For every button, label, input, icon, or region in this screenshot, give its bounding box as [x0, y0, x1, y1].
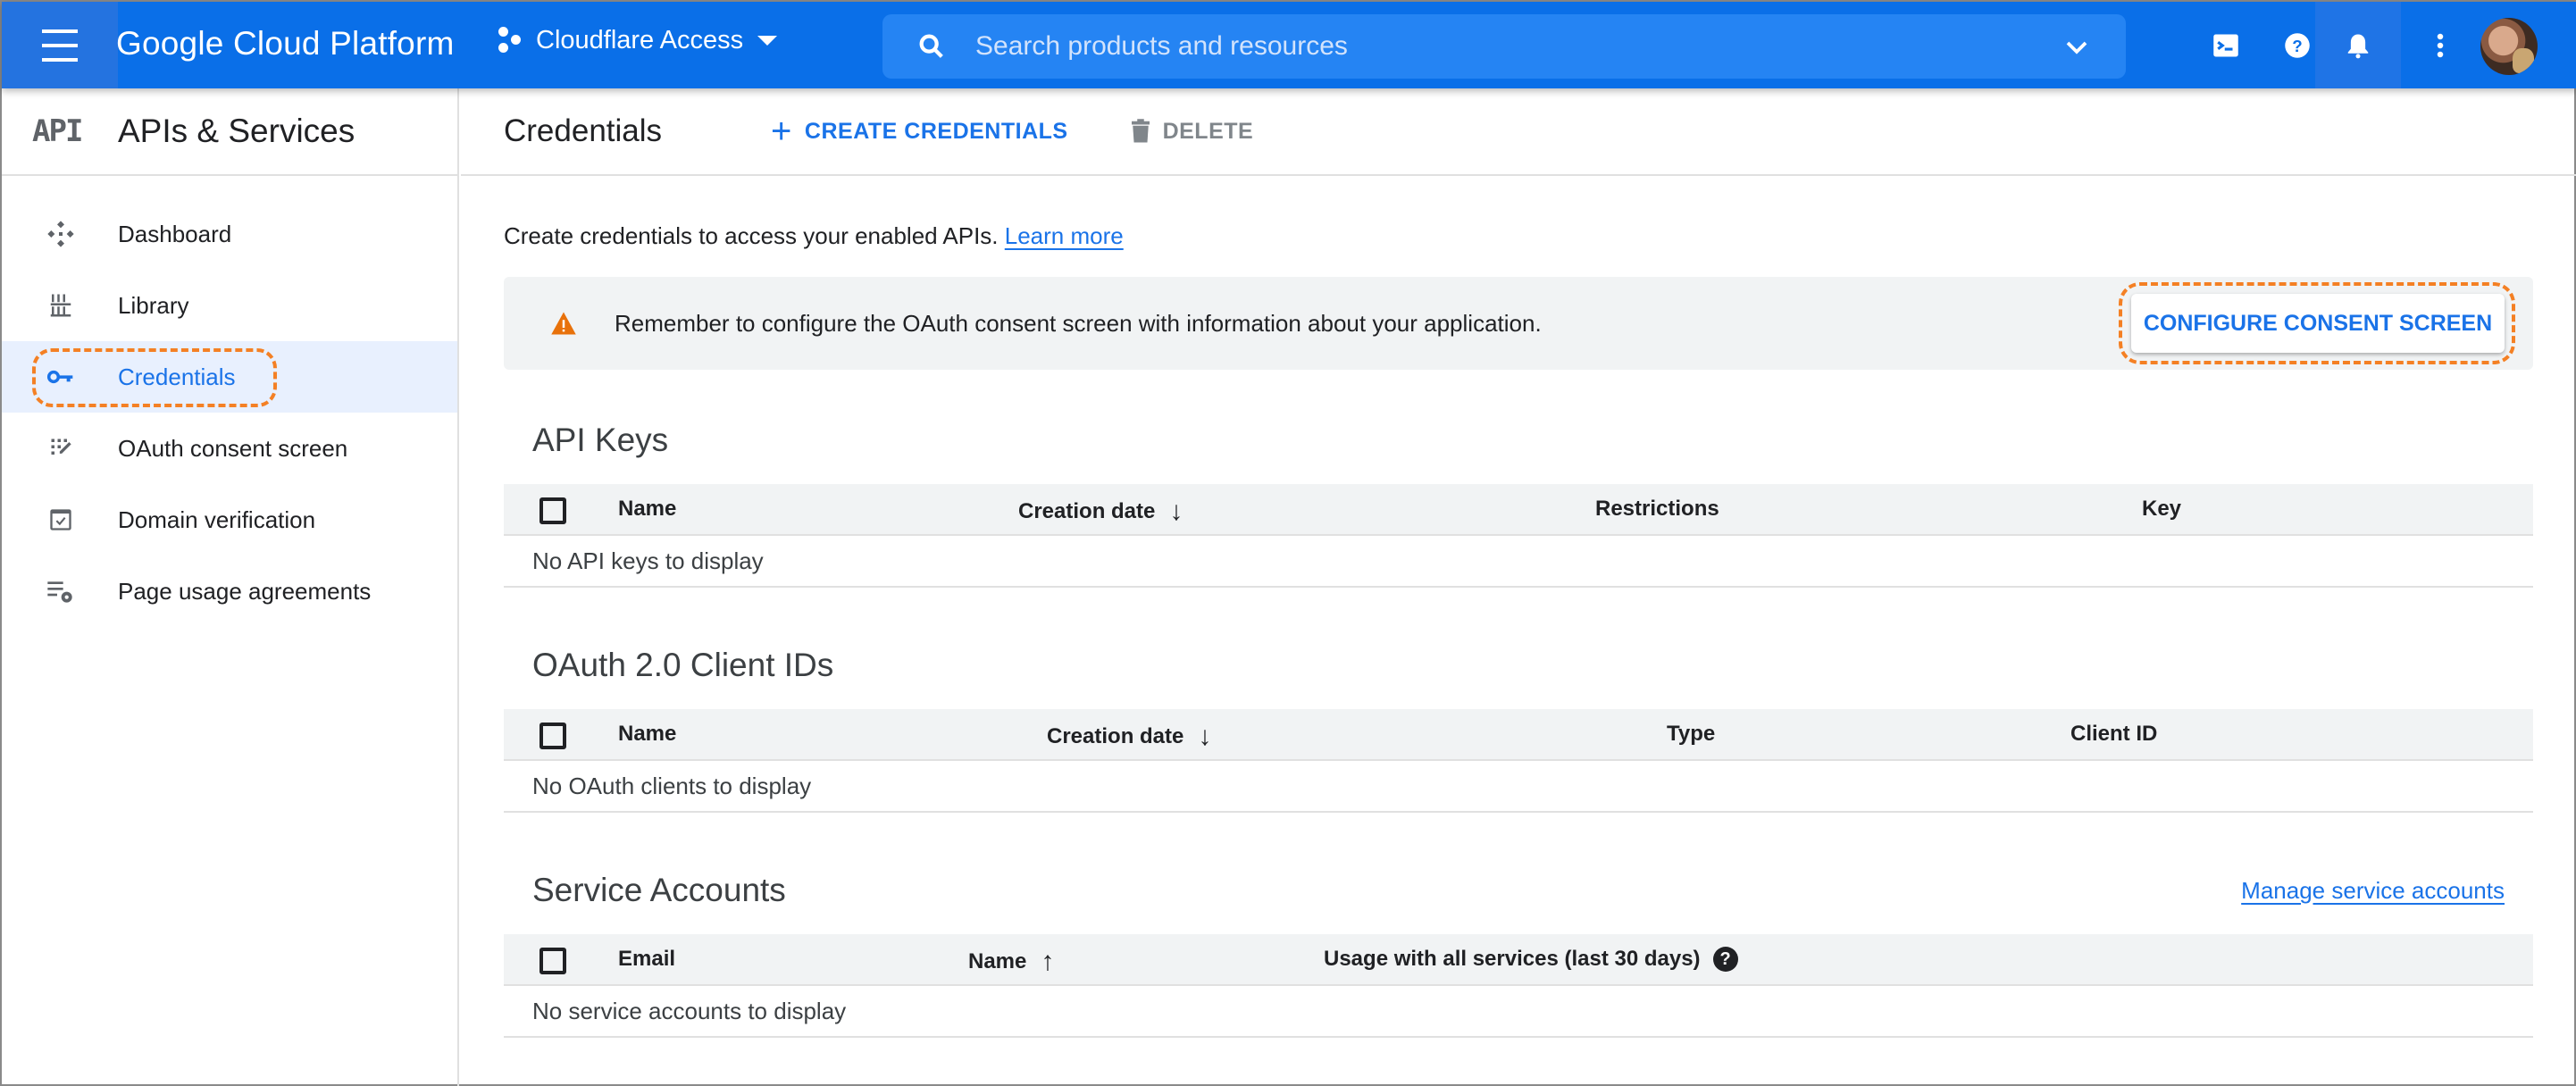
column-email[interactable]: Email: [618, 947, 675, 972]
column-creation-date[interactable]: Creation date ↓: [1047, 722, 1211, 752]
service-accounts-empty-row: No service accounts to display: [504, 986, 2533, 1038]
column-name[interactable]: Name ↑: [968, 947, 1054, 977]
select-all-checkbox[interactable]: [539, 723, 566, 749]
search-bar[interactable]: [882, 14, 2126, 79]
alert-text: Remember to configure the OAuth consent …: [615, 309, 1542, 337]
service-accounts-header: Service Accounts Manage service accounts: [504, 872, 2533, 909]
column-creation-date[interactable]: Creation date ↓: [1018, 497, 1183, 527]
library-icon: [45, 289, 77, 322]
column-name[interactable]: Name: [618, 497, 676, 522]
caret-down-icon: [757, 35, 778, 46]
menu-icon: [42, 24, 78, 67]
sidebar: API APIs & Services Dashboard Library Cr…: [2, 88, 459, 1086]
search-input[interactable]: [975, 31, 2011, 62]
notifications-button[interactable]: [2315, 2, 2401, 88]
column-label: Name: [968, 949, 1027, 973]
main-content: Credentials + CREATE CREDENTIALS DELETE …: [461, 88, 2576, 1086]
delete-label: DELETE: [1162, 118, 1254, 144]
plus-icon: +: [771, 112, 792, 151]
sidebar-item-label: Credentials: [118, 363, 236, 390]
dashboard-icon: [45, 218, 77, 250]
sidebar-item-page-usage-agreements[interactable]: Page usage agreements: [2, 556, 457, 627]
search-icon: [919, 34, 943, 58]
column-label: Creation date: [1018, 499, 1156, 523]
column-label: Creation date: [1047, 724, 1184, 748]
column-type[interactable]: Type: [1667, 722, 1715, 747]
sidebar-item-label: OAuth consent screen: [118, 434, 348, 462]
sidebar-item-label: Domain verification: [118, 505, 316, 533]
warning-icon: [551, 312, 576, 335]
api-keys-title: API Keys: [532, 422, 669, 458]
top-app-bar: Google Cloud Platform Cloudflare Access …: [2, 2, 2576, 88]
help-icon[interactable]: ?: [1712, 947, 1738, 972]
project-icon: [498, 25, 525, 55]
sidebar-item-library[interactable]: Library: [2, 270, 457, 341]
column-restrictions[interactable]: Restrictions: [1595, 497, 1719, 522]
notifications-icon: [2347, 34, 2369, 58]
intro-text-body: Create credentials to access your enable…: [504, 222, 999, 249]
sidebar-nav: Dashboard Library Credentials OAuth cons…: [2, 198, 457, 627]
select-all-checkbox[interactable]: [539, 497, 566, 524]
sidebar-item-oauth-consent-screen[interactable]: OAuth consent screen: [2, 413, 457, 484]
api-keys-table-header: Name Creation date ↓ Restrictions Key: [504, 484, 2533, 536]
oauth-consent-icon: [45, 432, 77, 464]
consent-alert-banner: Remember to configure the OAuth consent …: [504, 277, 2533, 370]
column-label: Usage with all services (last 30 days): [1324, 947, 1701, 971]
sidebar-item-label: Library: [118, 291, 189, 319]
brand-title[interactable]: Google Cloud Platform: [116, 25, 455, 63]
manage-service-accounts-link[interactable]: Manage service accounts: [2241, 877, 2505, 905]
help-icon: ?: [2285, 32, 2310, 58]
column-name[interactable]: Name: [618, 722, 676, 747]
page-usage-icon: [45, 575, 77, 607]
svg-text:?: ?: [2292, 36, 2302, 54]
api-keys-empty-row: No API keys to display: [504, 536, 2533, 588]
domain-verification-icon: [45, 504, 77, 536]
sidebar-item-dashboard[interactable]: Dashboard: [2, 198, 457, 270]
oauth-clients-empty-row: No OAuth clients to display: [504, 761, 2533, 813]
sidebar-item-label: Page usage agreements: [118, 577, 372, 605]
sort-up-icon: ↑: [1041, 947, 1055, 976]
service-accounts-table-header: Email Name ↑ Usage with all services (la…: [504, 934, 2533, 986]
main-menu-button[interactable]: [2, 2, 118, 88]
sidebar-title: APIs & Services: [118, 113, 355, 149]
page-title: Credentials: [504, 113, 663, 148]
create-credentials-label: CREATE CREDENTIALS: [804, 118, 1068, 144]
api-logo-icon: API: [32, 113, 83, 149]
intro-text: Create credentials to access your enable…: [504, 222, 2535, 250]
trash-icon: [1131, 119, 1150, 143]
learn-more-link[interactable]: Learn more: [1005, 222, 1124, 249]
delete-button[interactable]: DELETE: [1127, 118, 1254, 145]
chevron-down-icon[interactable]: [2063, 34, 2090, 61]
project-selector[interactable]: Cloudflare Access: [498, 25, 778, 55]
create-credentials-button[interactable]: + CREATE CREDENTIALS: [771, 113, 1068, 149]
column-usage[interactable]: Usage with all services (last 30 days) ?: [1324, 947, 1738, 972]
sidebar-header: API APIs & Services: [2, 88, 457, 176]
project-name: Cloudflare Access: [536, 25, 744, 54]
column-key[interactable]: Key: [2142, 497, 2181, 522]
sort-down-icon: ↓: [1169, 497, 1183, 526]
cloud-shell-icon: [2213, 34, 2238, 56]
sort-down-icon: ↓: [1198, 722, 1212, 751]
configure-consent-screen-button[interactable]: CONFIGURE CONSENT SCREEN: [2131, 294, 2505, 353]
cloud-shell-button[interactable]: [2190, 2, 2262, 88]
oauth-clients-title: OAuth 2.0 Client IDs: [532, 647, 834, 683]
key-icon: [45, 361, 77, 393]
sidebar-item-label: Dashboard: [118, 220, 232, 247]
credentials-content: Create credentials to access your enable…: [461, 222, 2535, 1038]
sidebar-item-domain-verification[interactable]: Domain verification: [2, 484, 457, 556]
more-vert-icon: [2437, 33, 2444, 57]
more-options-button[interactable]: [2405, 2, 2476, 88]
select-all-checkbox[interactable]: [539, 948, 566, 974]
sidebar-item-credentials[interactable]: Credentials: [2, 341, 457, 413]
service-accounts-title: Service Accounts: [532, 872, 786, 908]
column-client-id[interactable]: Client ID: [2070, 722, 2157, 747]
oauth-clients-table-header: Name Creation date ↓ Type Client ID: [504, 709, 2533, 761]
avatar[interactable]: [2480, 18, 2538, 75]
page-header: Credentials + CREATE CREDENTIALS DELETE: [461, 88, 2576, 176]
